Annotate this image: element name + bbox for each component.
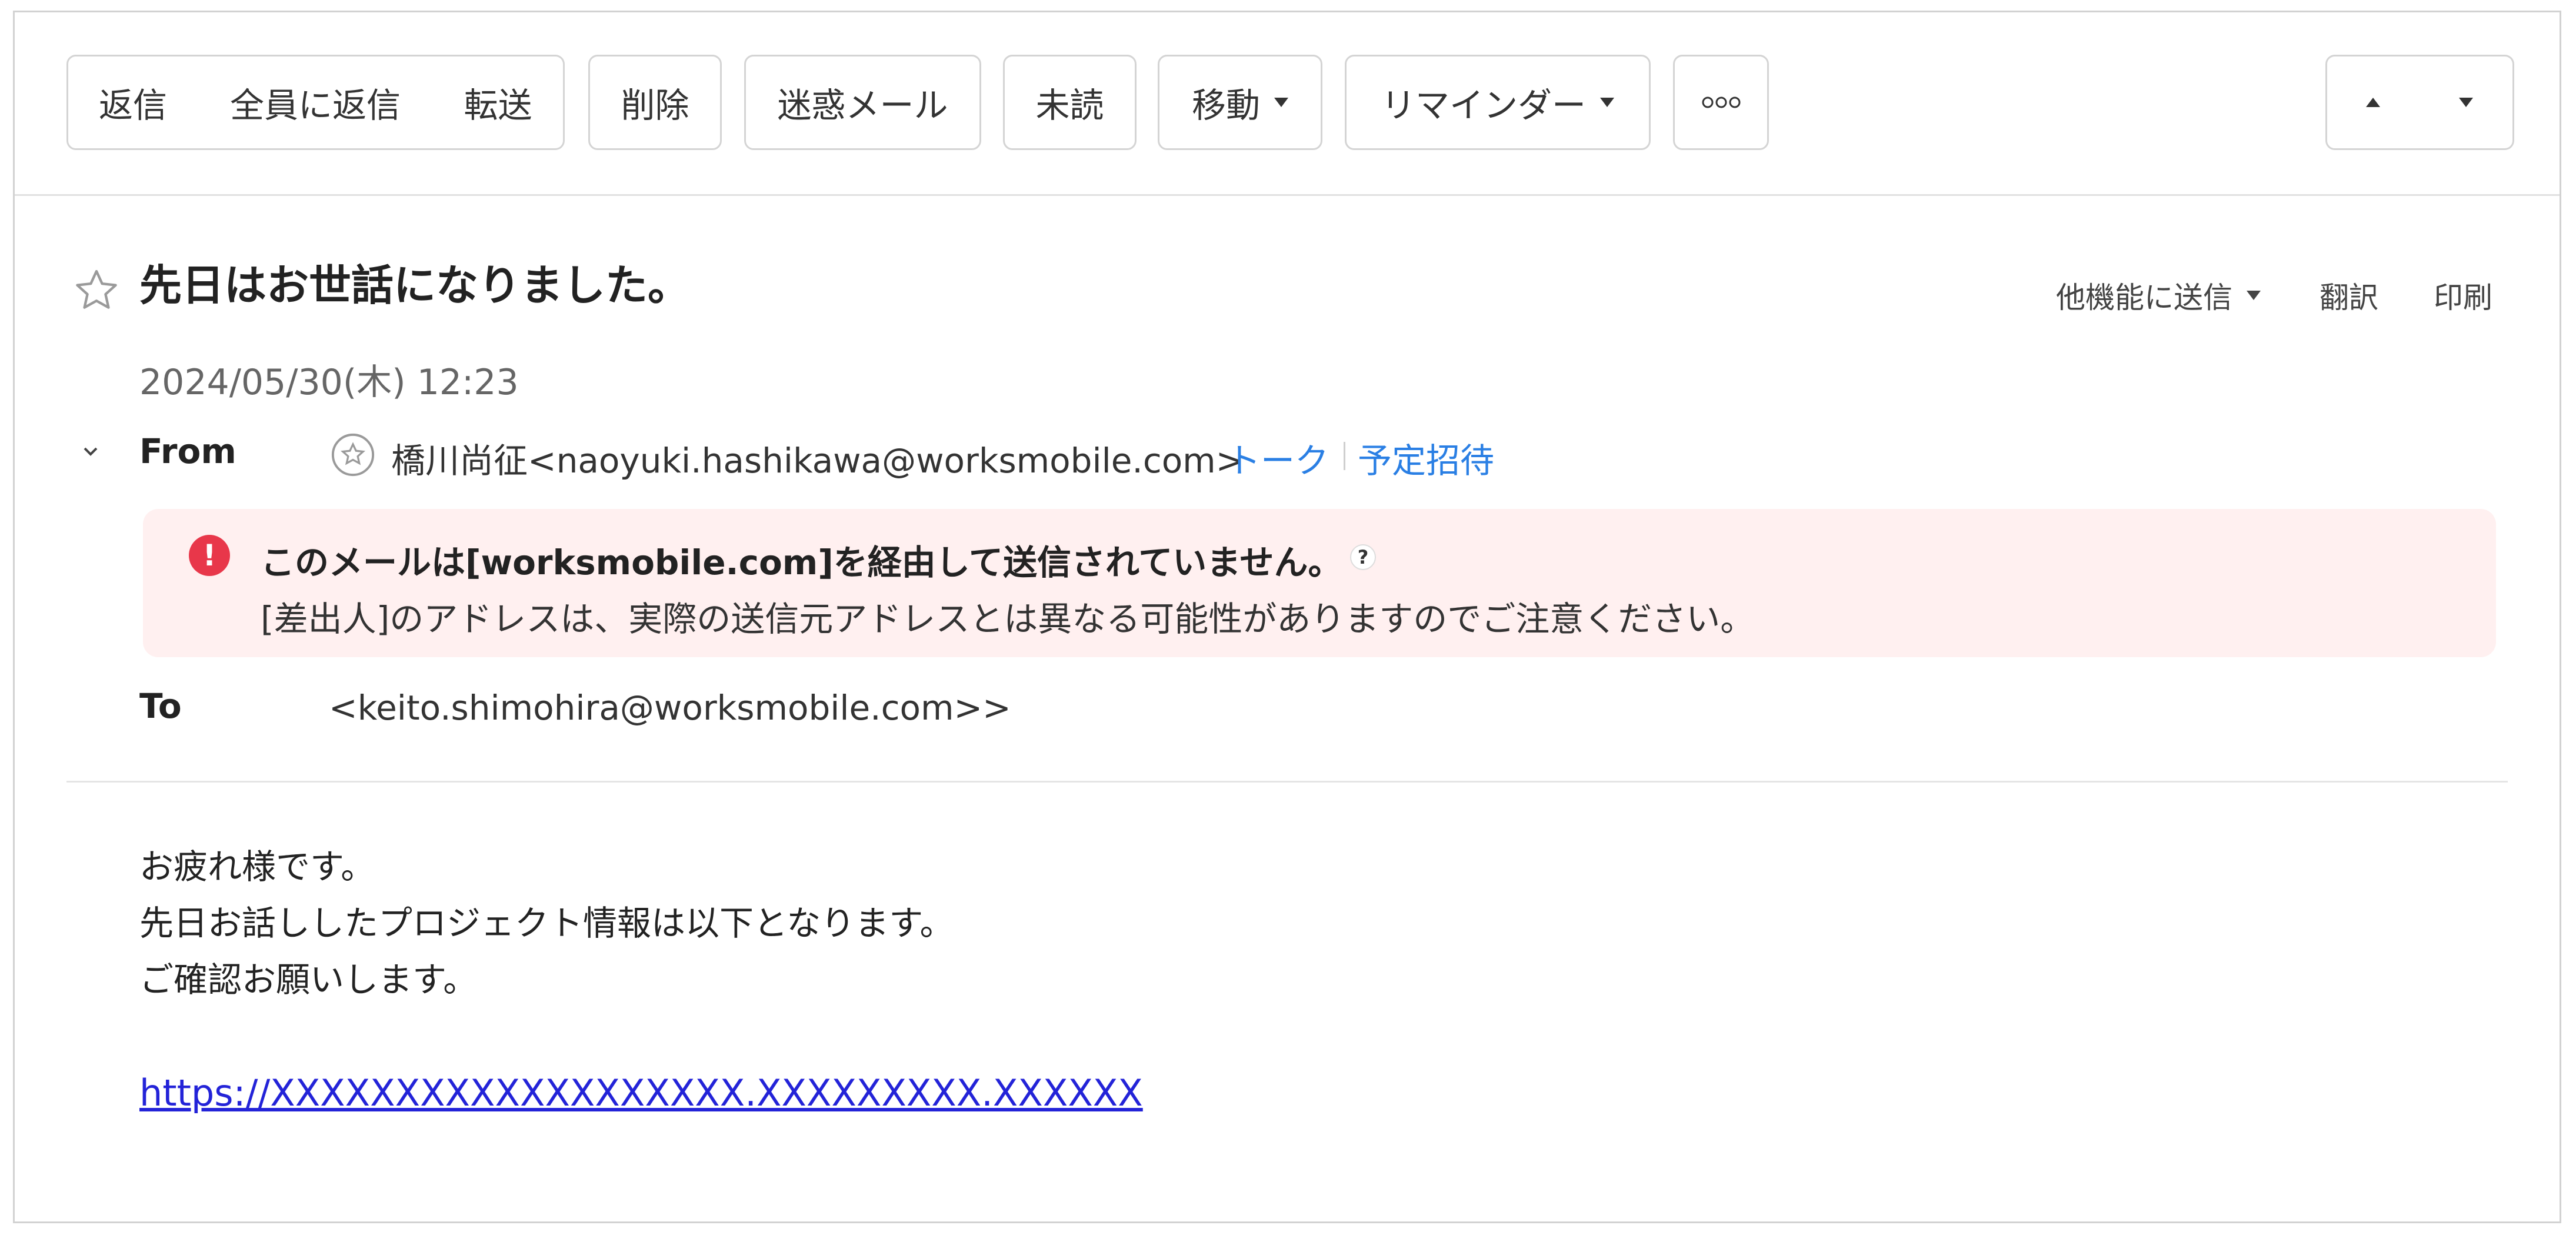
from-label: From bbox=[139, 431, 236, 471]
sender-warning-box: ! このメールは[worksmobile.com]を経由して送信されていません。… bbox=[143, 509, 2496, 657]
chevron-down-icon bbox=[1274, 98, 1288, 107]
warning-text: [差出人]のアドレスは、実際の送信元アドレスとは異なる可能性がありますのでご注意… bbox=[261, 599, 1755, 639]
star-icon[interactable] bbox=[71, 265, 122, 316]
spam-button[interactable]: 迷惑メール bbox=[744, 55, 981, 150]
delete-button[interactable]: 削除 bbox=[588, 55, 722, 150]
talk-link[interactable]: トーク bbox=[1227, 433, 1329, 482]
chevron-down-icon bbox=[2247, 291, 2261, 300]
sender-address[interactable]: 橋川尚征<naoyuki.hashikawa@worksmobile.com> bbox=[391, 433, 1244, 482]
translate-button[interactable]: 翻訳 bbox=[2320, 274, 2378, 317]
send-to-other-button[interactable]: 他機能に送信 bbox=[2056, 274, 2261, 317]
to-label: To bbox=[139, 686, 182, 726]
caret-up-icon bbox=[2366, 98, 2380, 107]
schedule-invite-link[interactable]: 予定招待 bbox=[1358, 433, 1494, 482]
help-icon[interactable]: ? bbox=[1350, 544, 1376, 570]
print-button[interactable]: 印刷 bbox=[2434, 274, 2492, 317]
alert-icon: ! bbox=[189, 535, 230, 576]
reply-all-button[interactable]: 全員に返信 bbox=[198, 55, 435, 150]
mail-view: 返信 全員に返信 転送 削除 迷惑メール 未読 移動 リマインダー 先日はお世話… bbox=[13, 11, 2561, 1223]
body-url-link[interactable]: https://XXXXXXXXXXXXXXXXXXX.XXXXXXXXX.XX… bbox=[139, 1071, 1143, 1114]
mail-toolbar: 返信 全員に返信 転送 削除 迷惑メール 未読 移動 リマインダー bbox=[15, 12, 2560, 196]
more-dots-icon bbox=[1702, 96, 1740, 108]
body-line: お疲れ様です。 bbox=[139, 847, 375, 887]
header-divider bbox=[66, 781, 2508, 783]
warning-title: このメールは[worksmobile.com]を経由して送信されていません。 bbox=[261, 542, 1342, 582]
mail-date: 2024/05/30(木) 12:23 bbox=[139, 362, 519, 403]
mail-subject: 先日はお世話になりました。 bbox=[139, 261, 691, 310]
reminder-button[interactable]: リマインダー bbox=[1345, 55, 1651, 150]
more-button[interactable] bbox=[1673, 55, 1769, 150]
send-to-other-label: 他機能に送信 bbox=[2056, 281, 2232, 315]
mark-unread-button[interactable]: 未読 bbox=[1003, 55, 1137, 150]
link-divider bbox=[1344, 442, 1345, 470]
body-line: ご確認お願いします。 bbox=[139, 960, 478, 1000]
reply-button[interactable]: 返信 bbox=[66, 55, 199, 150]
move-label: 移動 bbox=[1191, 85, 1260, 125]
previous-mail-button[interactable] bbox=[2325, 55, 2421, 150]
body-line: 先日お話ししたプロジェクト情報は以下となります。 bbox=[139, 903, 954, 943]
chevron-down-icon bbox=[1600, 98, 1614, 107]
sender-avatar-icon bbox=[331, 433, 375, 477]
reminder-label: リマインダー bbox=[1381, 85, 1586, 125]
recipient-address[interactable]: <keito.shimohira@worksmobile.com>> bbox=[329, 688, 1011, 728]
next-mail-button[interactable] bbox=[2419, 55, 2514, 150]
collapse-chevron-icon[interactable] bbox=[82, 445, 99, 458]
caret-down-icon bbox=[2458, 98, 2473, 107]
forward-button[interactable]: 転送 bbox=[433, 55, 565, 150]
move-button[interactable]: 移動 bbox=[1158, 55, 1322, 150]
